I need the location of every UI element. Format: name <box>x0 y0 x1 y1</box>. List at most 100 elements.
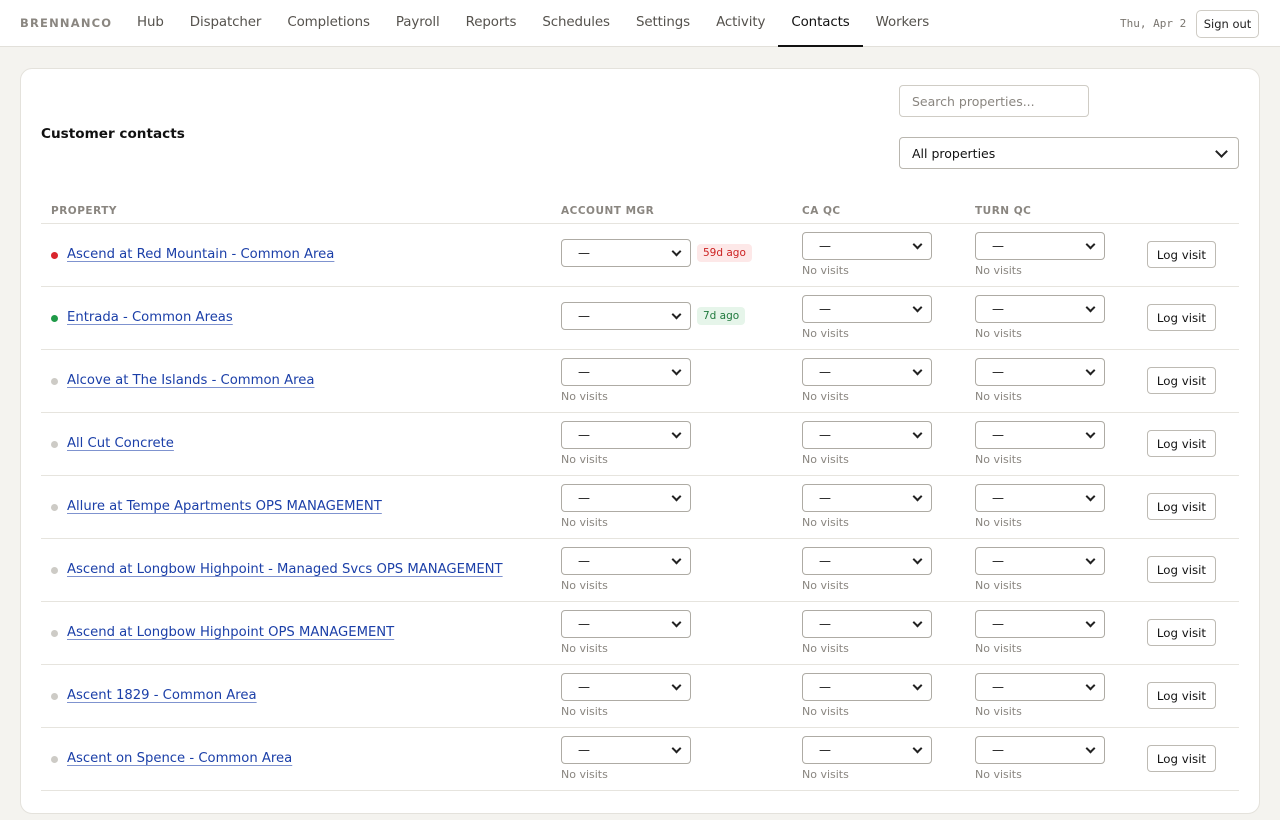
no-visits-label: No visits <box>802 642 849 655</box>
contacts-card: Customer contacts All properties PROPERT… <box>20 68 1260 814</box>
ca-qc-select[interactable]: — <box>802 421 932 449</box>
top-nav-bar: BRENNANCO Hub Dispatcher Completions Payrol… <box>0 0 1280 47</box>
sign-out-button[interactable]: Sign out <box>1196 10 1259 38</box>
property-link[interactable]: Allure at Tempe Apartments OPS MANAGEMEN… <box>67 499 382 514</box>
brand-logo[interactable]: BRENNANCO <box>20 16 112 30</box>
log-visit-button[interactable]: Log visit <box>1147 241 1216 268</box>
nav-tab-completions[interactable]: Completions <box>274 0 383 47</box>
select-value: — <box>992 617 1004 631</box>
table-row: Ascend at Red Mountain - Common Area — 59d… <box>41 224 1239 287</box>
status-dot-icon <box>51 252 58 259</box>
ca-qc-select[interactable]: — <box>802 610 932 638</box>
property-link[interactable]: Alcove at The Islands - Common Area <box>67 373 314 388</box>
no-visits-label: No visits <box>975 642 1022 655</box>
select-value: — <box>992 365 1004 379</box>
account-mgr-select[interactable]: — <box>561 736 691 764</box>
select-value: — <box>578 491 590 505</box>
no-visits-label: No visits <box>802 768 849 781</box>
nav-tab-dispatcher[interactable]: Dispatcher <box>177 0 275 47</box>
chevron-down-icon <box>912 554 923 564</box>
nav-tab-contacts[interactable]: Contacts <box>778 0 863 47</box>
property-link[interactable]: Ascent on Spence - Common Area <box>67 751 292 766</box>
table-row: Alcove at The Islands - Common Area — No v… <box>41 350 1239 413</box>
no-visits-label: No visits <box>561 516 608 529</box>
nav-tab-payroll[interactable]: Payroll <box>383 0 453 47</box>
no-visits-label: No visits <box>561 642 608 655</box>
table-row: Ascend at Longbow Highpoint OPS MANAGEME… <box>41 602 1239 665</box>
no-visits-label: No visits <box>561 768 608 781</box>
select-value: — <box>578 680 590 694</box>
chevron-down-icon <box>912 680 923 690</box>
chevron-down-icon <box>671 617 682 627</box>
no-visits-label: No visits <box>802 705 849 718</box>
column-header-turn-qc: TURN QC <box>975 205 1032 217</box>
chevron-down-icon <box>912 743 923 753</box>
turn-qc-select[interactable]: — <box>975 547 1105 575</box>
status-dot-icon <box>51 756 58 763</box>
property-link[interactable]: Entrada - Common Areas <box>67 310 233 325</box>
search-input[interactable] <box>899 85 1089 117</box>
log-visit-button[interactable]: Log visit <box>1147 493 1216 520</box>
table-header: PROPERTY ACCOUNT MGR CA QC TURN QC <box>41 197 1239 224</box>
log-visit-button[interactable]: Log visit <box>1147 619 1216 646</box>
property-link[interactable]: Ascend at Longbow Highpoint - Managed Sv… <box>67 562 503 577</box>
nav-tab-workers[interactable]: Workers <box>863 0 942 47</box>
property-filter-select[interactable]: All properties <box>899 137 1239 169</box>
select-value: — <box>992 680 1004 694</box>
select-value: — <box>819 743 831 757</box>
log-visit-button[interactable]: Log visit <box>1147 556 1216 583</box>
account-mgr-select[interactable]: — <box>561 610 691 638</box>
chevron-down-icon <box>1085 365 1096 375</box>
nav-tab-hub[interactable]: Hub <box>124 0 177 47</box>
account-mgr-select[interactable]: — <box>561 484 691 512</box>
select-value: — <box>819 617 831 631</box>
account-mgr-select[interactable]: — <box>561 239 691 267</box>
ca-qc-select[interactable]: — <box>802 547 932 575</box>
chevron-down-icon <box>1085 302 1096 312</box>
nav-tab-schedules[interactable]: Schedules <box>529 0 623 47</box>
turn-qc-select[interactable]: — <box>975 673 1105 701</box>
property-link[interactable]: Ascend at Longbow Highpoint OPS MANAGEME… <box>67 625 394 640</box>
account-mgr-select[interactable]: — <box>561 421 691 449</box>
turn-qc-select[interactable]: — <box>975 610 1105 638</box>
log-visit-button[interactable]: Log visit <box>1147 367 1216 394</box>
nav-tab-settings[interactable]: Settings <box>623 0 703 47</box>
ca-qc-select[interactable]: — <box>802 484 932 512</box>
turn-qc-select[interactable]: — <box>975 358 1105 386</box>
select-value: — <box>992 491 1004 505</box>
property-link[interactable]: All Cut Concrete <box>67 436 174 451</box>
account-mgr-select[interactable]: — <box>561 547 691 575</box>
turn-qc-select[interactable]: — <box>975 484 1105 512</box>
table-row: Ascend at Longbow Highpoint - Managed Sv… <box>41 539 1239 602</box>
turn-qc-select[interactable]: — <box>975 421 1105 449</box>
turn-qc-select[interactable]: — <box>975 736 1105 764</box>
ca-qc-select[interactable]: — <box>802 736 932 764</box>
turn-qc-select[interactable]: — <box>975 295 1105 323</box>
ca-qc-select[interactable]: — <box>802 295 932 323</box>
select-value: — <box>992 302 1004 316</box>
select-value: — <box>819 554 831 568</box>
select-value: — <box>578 617 590 631</box>
property-link[interactable]: Ascend at Red Mountain - Common Area <box>67 247 334 262</box>
nav-tab-activity[interactable]: Activity <box>703 0 778 47</box>
log-visit-button[interactable]: Log visit <box>1147 304 1216 331</box>
no-visits-label: No visits <box>975 768 1022 781</box>
turn-qc-select[interactable]: — <box>975 232 1105 260</box>
table-row: Ascent 1829 - Common Area — No visits — No v… <box>41 665 1239 728</box>
account-mgr-select[interactable]: — <box>561 302 691 330</box>
no-visits-label: No visits <box>561 705 608 718</box>
no-visits-label: No visits <box>975 264 1022 277</box>
ca-qc-select[interactable]: — <box>802 232 932 260</box>
last-visit-badge: 7d ago <box>697 307 746 325</box>
ca-qc-select[interactable]: — <box>802 673 932 701</box>
ca-qc-select[interactable]: — <box>802 358 932 386</box>
account-mgr-select[interactable]: — <box>561 673 691 701</box>
log-visit-button[interactable]: Log visit <box>1147 682 1216 709</box>
chevron-down-icon <box>1085 743 1096 753</box>
nav-tab-reports[interactable]: Reports <box>453 0 530 47</box>
property-link[interactable]: Ascent 1829 - Common Area <box>67 688 257 703</box>
select-value: — <box>578 743 590 757</box>
account-mgr-select[interactable]: — <box>561 358 691 386</box>
log-visit-button[interactable]: Log visit <box>1147 745 1216 772</box>
log-visit-button[interactable]: Log visit <box>1147 430 1216 457</box>
